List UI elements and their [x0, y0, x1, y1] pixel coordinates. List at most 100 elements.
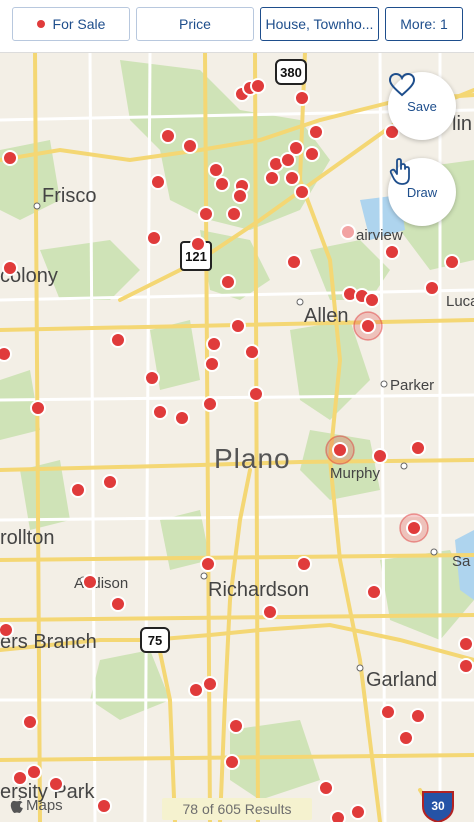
listing-pin[interactable] — [294, 184, 310, 200]
garland-label: Garland — [366, 669, 437, 691]
listing-pin[interactable] — [318, 780, 334, 796]
listing-pin[interactable] — [410, 708, 426, 724]
lucas-label: Luca — [446, 293, 474, 310]
listing-pin[interactable] — [332, 442, 348, 458]
listing-pin[interactable] — [296, 556, 312, 572]
listing-pin[interactable] — [202, 396, 218, 412]
farmers-branch-label: ers Branch — [0, 631, 97, 653]
parker-label: Parker — [390, 377, 434, 394]
listing-pin[interactable] — [214, 176, 230, 192]
listing-pin[interactable] — [70, 482, 86, 498]
listing-pin[interactable] — [398, 730, 414, 746]
listing-pin[interactable] — [152, 404, 168, 420]
for-sale-filter[interactable]: For Sale — [12, 7, 130, 41]
listing-pin[interactable] — [264, 170, 280, 186]
listing-pin[interactable] — [380, 704, 396, 720]
shield-us380: 380 — [275, 59, 307, 85]
listing-pin[interactable] — [226, 206, 242, 222]
listing-pin[interactable] — [48, 776, 64, 792]
listing-pin[interactable] — [200, 556, 216, 572]
more-filter[interactable]: More: 1 — [385, 7, 463, 41]
listing-pin[interactable] — [410, 440, 426, 456]
save-search-button[interactable]: Save — [388, 72, 456, 140]
listing-pin[interactable] — [30, 400, 46, 416]
listing-pin[interactable] — [294, 90, 310, 106]
price-filter[interactable]: Price — [136, 7, 254, 41]
plano-label: Plano — [214, 443, 291, 474]
listing-pin[interactable] — [424, 280, 440, 296]
listing-pin[interactable] — [110, 596, 126, 612]
listing-pin[interactable] — [384, 244, 400, 260]
listing-pin[interactable] — [244, 344, 260, 360]
listing-pin[interactable] — [2, 260, 18, 276]
save-label: Save — [407, 98, 437, 114]
listing-pin[interactable] — [182, 138, 198, 154]
property-type-filter[interactable]: House, Townho... — [260, 7, 379, 41]
listing-pin[interactable] — [286, 254, 302, 270]
listing-pin[interactable] — [2, 150, 18, 166]
listing-pin[interactable] — [330, 810, 346, 822]
draw-button[interactable]: Draw — [388, 158, 456, 226]
listing-pin[interactable] — [366, 584, 382, 600]
listing-pin[interactable] — [224, 754, 240, 770]
listing-pin[interactable] — [174, 410, 190, 426]
listing-pin[interactable] — [360, 318, 376, 334]
listing-pin[interactable] — [458, 658, 474, 674]
listing-pin[interactable] — [26, 764, 42, 780]
listing-pin[interactable] — [208, 162, 224, 178]
listing-pin[interactable] — [22, 714, 38, 730]
listing-pin[interactable] — [228, 718, 244, 734]
listing-pin[interactable] — [262, 604, 278, 620]
listing-pin[interactable] — [458, 636, 474, 652]
for-sale-label: For Sale — [52, 16, 106, 32]
fairview-label: airview — [356, 227, 403, 244]
listing-pin[interactable] — [340, 224, 356, 240]
draw-label: Draw — [406, 184, 438, 200]
listing-pin[interactable] — [110, 332, 126, 348]
heart-icon — [388, 72, 416, 97]
listing-pin[interactable] — [0, 346, 12, 362]
results-label: 78 of 605 Results — [182, 801, 292, 817]
svg-text:30: 30 — [431, 799, 445, 813]
listing-pin[interactable] — [308, 124, 324, 140]
listing-pin[interactable] — [150, 174, 166, 190]
listing-pin[interactable] — [96, 798, 112, 814]
listing-pin[interactable] — [206, 336, 222, 352]
listing-pin[interactable] — [304, 146, 320, 162]
listing-pin[interactable] — [220, 274, 236, 290]
maps-label: Maps — [26, 797, 63, 814]
listing-pin[interactable] — [146, 230, 162, 246]
listing-pin[interactable] — [188, 682, 204, 698]
apple-logo-icon — [10, 797, 23, 813]
listing-pin[interactable] — [198, 206, 214, 222]
listing-pin[interactable] — [82, 574, 98, 590]
map-view[interactable]: Plano Frisco Allen Richardson Garland Pa… — [0, 52, 474, 822]
listing-pin[interactable] — [372, 448, 388, 464]
murphy-label: Murphy — [330, 465, 381, 482]
listing-pin[interactable] — [350, 804, 366, 820]
listing-pin[interactable] — [232, 188, 248, 204]
listing-pin[interactable] — [160, 128, 176, 144]
svg-text:380: 380 — [280, 65, 302, 80]
listing-pin[interactable] — [204, 356, 220, 372]
listing-pin[interactable] — [288, 140, 304, 156]
listing-pin[interactable] — [12, 770, 28, 786]
listing-pin[interactable] — [248, 386, 264, 402]
listing-pin[interactable] — [230, 318, 246, 334]
listing-pin[interactable] — [102, 474, 118, 490]
shield-i30: 30 — [422, 791, 454, 822]
listing-pin[interactable] — [444, 254, 460, 270]
hand-pointer-icon — [389, 158, 410, 185]
price-label: Price — [179, 16, 211, 32]
listing-pin[interactable] — [202, 676, 218, 692]
listing-pin[interactable] — [190, 236, 206, 252]
frisco-label: Frisco — [42, 185, 96, 207]
listing-pin[interactable] — [250, 78, 266, 94]
listing-pin[interactable] — [364, 292, 380, 308]
listing-pin[interactable] — [144, 370, 160, 386]
listing-pin[interactable] — [284, 170, 300, 186]
carrollton-label: rollton — [0, 527, 54, 549]
listing-pin[interactable] — [406, 520, 422, 536]
richardson-label: Richardson — [208, 579, 309, 601]
listing-pin[interactable] — [0, 622, 14, 638]
